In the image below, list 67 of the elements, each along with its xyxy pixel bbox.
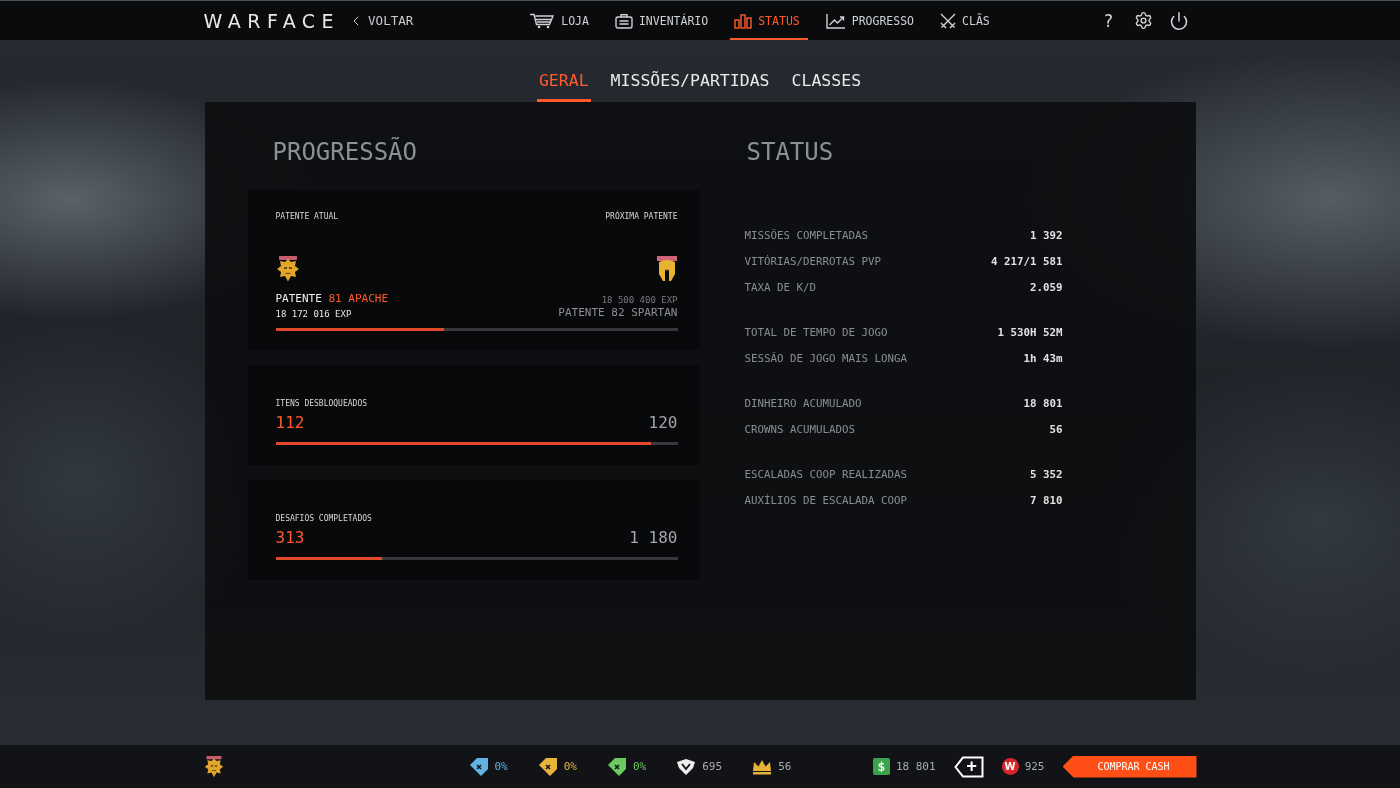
counter-total: 120 (648, 413, 678, 433)
counter-value: 112 (275, 413, 305, 433)
stat-label: ESCALADAS COOP REALIZADAS (744, 467, 907, 481)
dollar-icon: $ (872, 758, 890, 775)
nav-tab[interactable]: PROGRESSO (821, 1, 923, 40)
stat-label: SESSÃO DE JOGO MAIS LONGA (744, 351, 907, 365)
rank-name: 81 APACHE (328, 292, 389, 306)
booster-value: 0% (633, 760, 647, 773)
card-heading: PATENTE ATUAL (275, 212, 339, 222)
coin-icon: W (1001, 758, 1019, 775)
rank-label: PATENTE (275, 292, 322, 306)
crossed-swords-icon (940, 12, 957, 29)
add-funds-button[interactable]: + (953, 755, 984, 778)
resource-value: 56 (778, 760, 792, 773)
card-heading: ITENS DESBLOQUEADOS (275, 399, 368, 409)
briefcase-icon (614, 12, 633, 29)
stat-label: TOTAL DE TEMPO DE JOGO (744, 325, 888, 339)
settings-icon (1133, 11, 1153, 30)
nav-tab[interactable]: LOJA (525, 1, 597, 40)
nav-tab[interactable]: INVENTÁRIO (610, 1, 717, 40)
settings-button[interactable] (1133, 11, 1153, 30)
stat-label: AUXÍLIOS DE ESCALADA COOP (744, 493, 907, 507)
coin-value: 925 (1024, 760, 1045, 773)
stat-value: 1 530H 52M (997, 325, 1063, 339)
section-title: PROGRESSÃO (271, 138, 418, 166)
emblem-icon (676, 757, 697, 776)
current-exp: 18 172 016 EXP (275, 308, 352, 320)
game-logo: WARFACE (203, 9, 341, 32)
card-heading: PRÓXIMA PATENTE (605, 212, 678, 222)
counter-total: 1 180 (629, 528, 678, 548)
counter-value: 313 (275, 528, 305, 548)
stat-label: VITÓRIAS/DERROTAS PVP (744, 254, 881, 268)
bar-chart-icon (734, 12, 753, 29)
money-value: 18 801 (895, 760, 936, 773)
booster-value: 0% (563, 760, 577, 773)
cart-icon (529, 12, 556, 29)
stat-value: 1h 43m (1023, 351, 1063, 365)
next-rank-name: PATENTE 82 SPARTAN (558, 306, 678, 320)
section-tab[interactable]: MISSÕES/PARTIDAS (608, 71, 772, 102)
nav-tab[interactable]: CLÃS (936, 1, 998, 40)
resource-value: 695 (702, 760, 723, 773)
card-heading: DESAFIOS COMPLETADOS (275, 514, 373, 524)
mask-rank-icon (275, 256, 300, 282)
stat-value: 7 810 (1030, 493, 1063, 507)
stat-value: 1 392 (1030, 228, 1063, 242)
help-button[interactable]: ? (1099, 10, 1118, 31)
stat-value: 4 217/1 581 (991, 254, 1063, 268)
stat-value: 56 (1049, 422, 1063, 436)
back-link[interactable]: VOLTAR (348, 12, 414, 29)
power-button[interactable] (1168, 10, 1189, 31)
stat-label: DINHEIRO ACUMULADO (744, 396, 862, 410)
section-title: STATUS (745, 138, 835, 166)
helmet-rank-icon (655, 256, 678, 282)
stat-label: TAXA DE K/D (744, 280, 816, 294)
stat-value: 5 352 (1030, 467, 1063, 481)
line-chart-icon (825, 12, 846, 29)
stat-label: MISSÕES COMPLETADAS (744, 228, 868, 242)
crown-icon (752, 758, 773, 775)
mask-rank-icon (203, 755, 224, 778)
next-exp: 18 500 400 EXP (601, 294, 678, 306)
nav-tab[interactable]: STATUS (730, 1, 808, 40)
power-icon (1168, 10, 1189, 31)
booster-value: 0% (494, 760, 508, 773)
stat-value: 18 801 (1023, 396, 1063, 410)
stat-label: CROWNS ACUMULADOS (744, 422, 855, 436)
stat-value: 2.059 (1030, 280, 1063, 294)
section-tab[interactable]: CLASSES (789, 71, 864, 102)
